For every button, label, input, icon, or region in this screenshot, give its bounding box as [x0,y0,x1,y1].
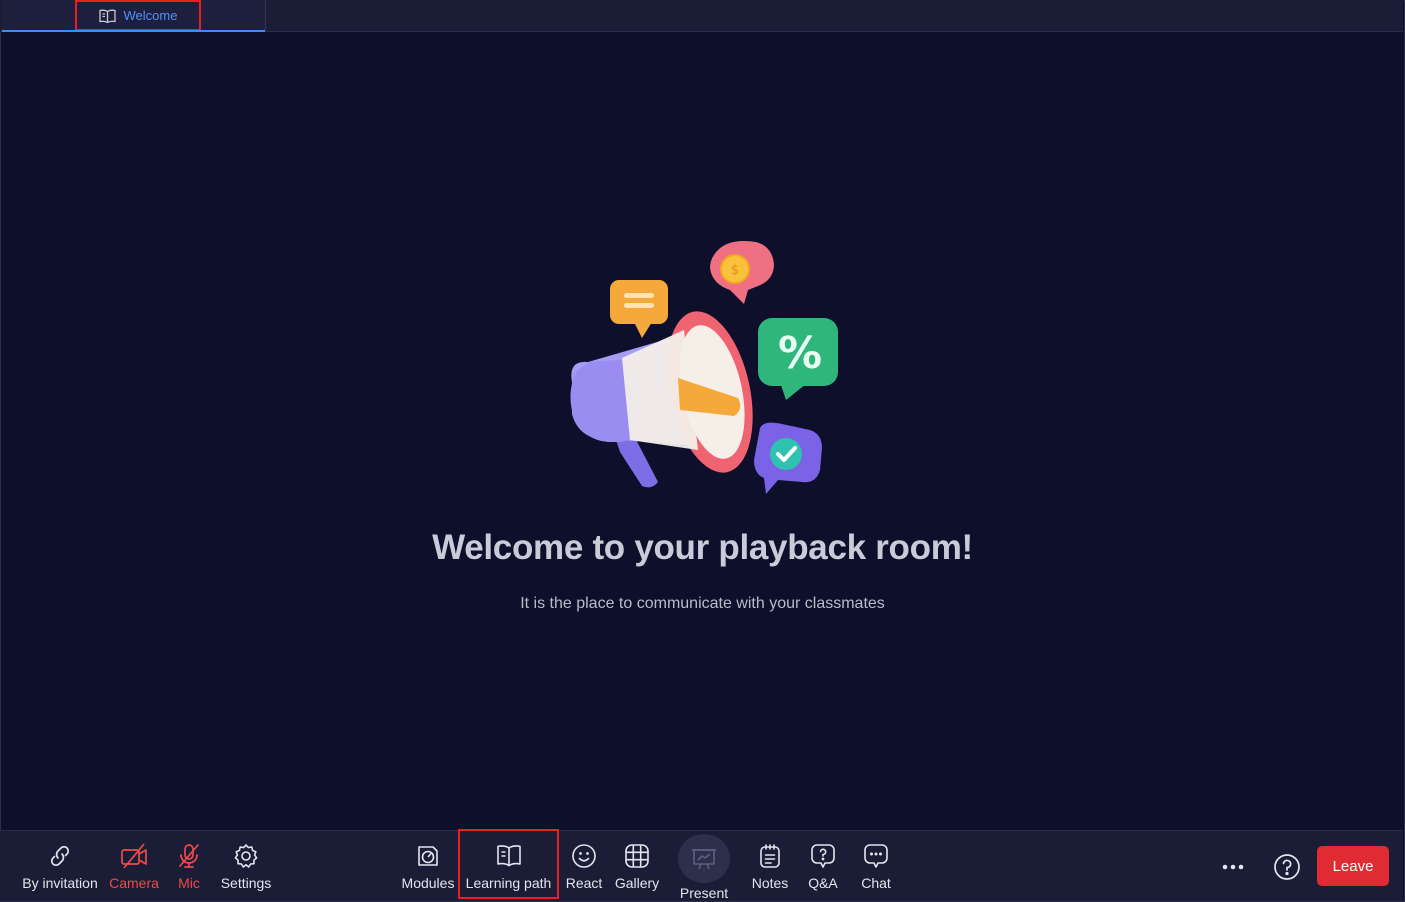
megaphone-illustration: $ % [570,241,838,494]
chat-icon [863,843,889,869]
modules-label: Modules [401,875,455,891]
notes-label: Notes [751,875,789,891]
modules-button[interactable]: Modules [398,831,458,901]
camera-label: Camera [109,875,159,891]
notes-button[interactable]: Notes [748,831,792,901]
qa-label: Q&A [808,875,838,891]
settings-label: Settings [220,875,272,891]
present-label: Present [679,885,729,901]
mic-label: Mic [178,875,200,891]
learning-path-button[interactable]: Learning path [460,831,557,901]
by-invitation-label: By invitation [22,875,98,891]
tab-bar: Welcome [0,0,1403,32]
tab-welcome-highlight[interactable]: Welcome [75,0,201,31]
grid-icon [624,843,650,869]
help-icon[interactable] [1272,852,1302,882]
link-icon [48,843,72,869]
gear-icon [233,843,259,869]
mic-off-icon [177,843,201,869]
modules-icon [415,843,441,869]
book-open-icon [496,843,522,869]
megaphone [570,311,753,488]
present-icon [678,834,730,883]
tab-welcome[interactable]: Welcome [2,0,266,32]
leave-button[interactable]: Leave [1317,846,1389,886]
gallery-label: Gallery [614,875,660,891]
camera-button[interactable]: Camera [107,831,161,901]
qa-button[interactable]: Q&A [804,831,842,901]
check-speech-bubble [754,422,822,494]
question-bubble-icon [810,843,836,869]
more-options-icon[interactable] [1214,853,1252,881]
coin-speech-bubble: $ [710,241,774,304]
bottom-toolbar: By invitation Camera Mic Settings Module… [0,830,1403,901]
gallery-button[interactable]: Gallery [612,831,662,901]
settings-button[interactable]: Settings [216,831,276,901]
camera-off-icon [120,843,148,869]
book-open-icon [98,9,116,23]
page-subtitle: It is the place to communicate with your… [520,595,885,612]
mic-button[interactable]: Mic [172,831,206,901]
page-title: Welcome to your playback room! [432,528,973,567]
percent-speech-bubble: % [758,318,838,400]
by-invitation-button[interactable]: By invitation [18,831,102,901]
react-label: React [565,875,603,891]
orange-speech-bubble [610,280,668,338]
present-button[interactable]: Present [674,831,734,901]
smiley-icon [571,843,597,869]
svg-text:$: $ [731,263,739,278]
tab-welcome-label: Welcome [123,8,178,23]
react-button[interactable]: React [562,831,606,901]
notes-icon [758,843,782,869]
chat-button[interactable]: Chat [856,831,896,901]
learning-path-label: Learning path [465,875,552,891]
svg-text:%: % [778,328,822,379]
chat-label: Chat [861,875,891,891]
